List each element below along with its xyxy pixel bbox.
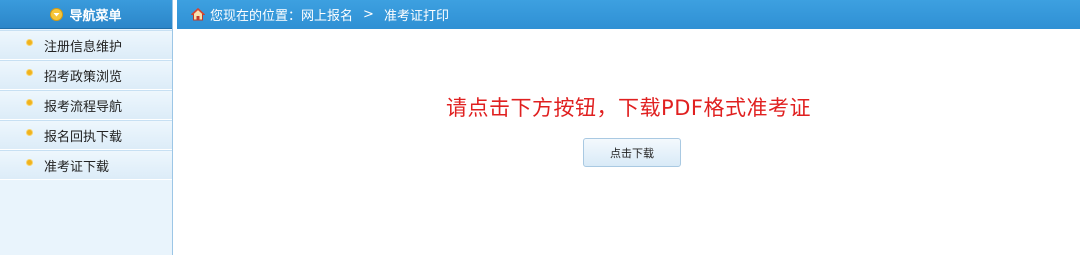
home-icon <box>191 8 205 21</box>
download-notice: 请点击下方按钮，下载PDF格式准考证 <box>446 96 811 120</box>
content-area: 请点击下方按钮，下载PDF格式准考证 点击下载 <box>177 29 1080 255</box>
breadcrumb-current: 准考证打印 <box>383 9 449 24</box>
bullet-icon <box>27 159 32 165</box>
sidebar: 导航菜单 注册信息维护 招考政策浏览 报考流程导航 报名回执下载 准考证下载 <box>0 0 173 255</box>
sidebar-item-policy[interactable]: 招考政策浏览 <box>0 60 172 90</box>
main-panel: 您现在的位置： 网上报名 > 准考证打印 请点击下方按钮，下载PDF格式准考证 … <box>177 0 1080 255</box>
sidebar-item-label: 报考流程导航 <box>44 99 123 115</box>
sidebar-title: 导航菜单 <box>69 8 122 24</box>
sidebar-item-admission-ticket-download[interactable]: 准考证下载 <box>0 150 172 180</box>
chevron-down-icon <box>50 7 64 21</box>
breadcrumb-parent[interactable]: 网上报名 <box>301 5 353 24</box>
sidebar-item-receipt-download[interactable]: 报名回执下载 <box>0 120 172 150</box>
sidebar-header: 导航菜单 <box>0 0 172 29</box>
breadcrumb-prefix: 您现在的位置： <box>210 9 302 24</box>
bullet-icon <box>27 99 32 105</box>
sidebar-item-label: 准考证下载 <box>44 159 110 175</box>
sidebar-item-label: 报名回执下载 <box>44 129 123 145</box>
nav-list: 注册信息维护 招考政策浏览 报考流程导航 报名回执下载 准考证下载 <box>0 29 172 180</box>
breadcrumb-separator: > <box>363 7 374 22</box>
sidebar-item-registration-info[interactable]: 注册信息维护 <box>0 30 172 60</box>
download-button[interactable]: 点击下载 <box>583 138 681 167</box>
bullet-icon <box>27 129 32 135</box>
bullet-icon <box>27 69 32 75</box>
bullet-icon <box>27 39 32 45</box>
breadcrumb: 您现在的位置： 网上报名 > 准考证打印 <box>177 0 1080 29</box>
sidebar-item-label: 注册信息维护 <box>44 39 123 55</box>
sidebar-item-label: 招考政策浏览 <box>44 69 123 85</box>
sidebar-item-process-guide[interactable]: 报考流程导航 <box>0 90 172 120</box>
